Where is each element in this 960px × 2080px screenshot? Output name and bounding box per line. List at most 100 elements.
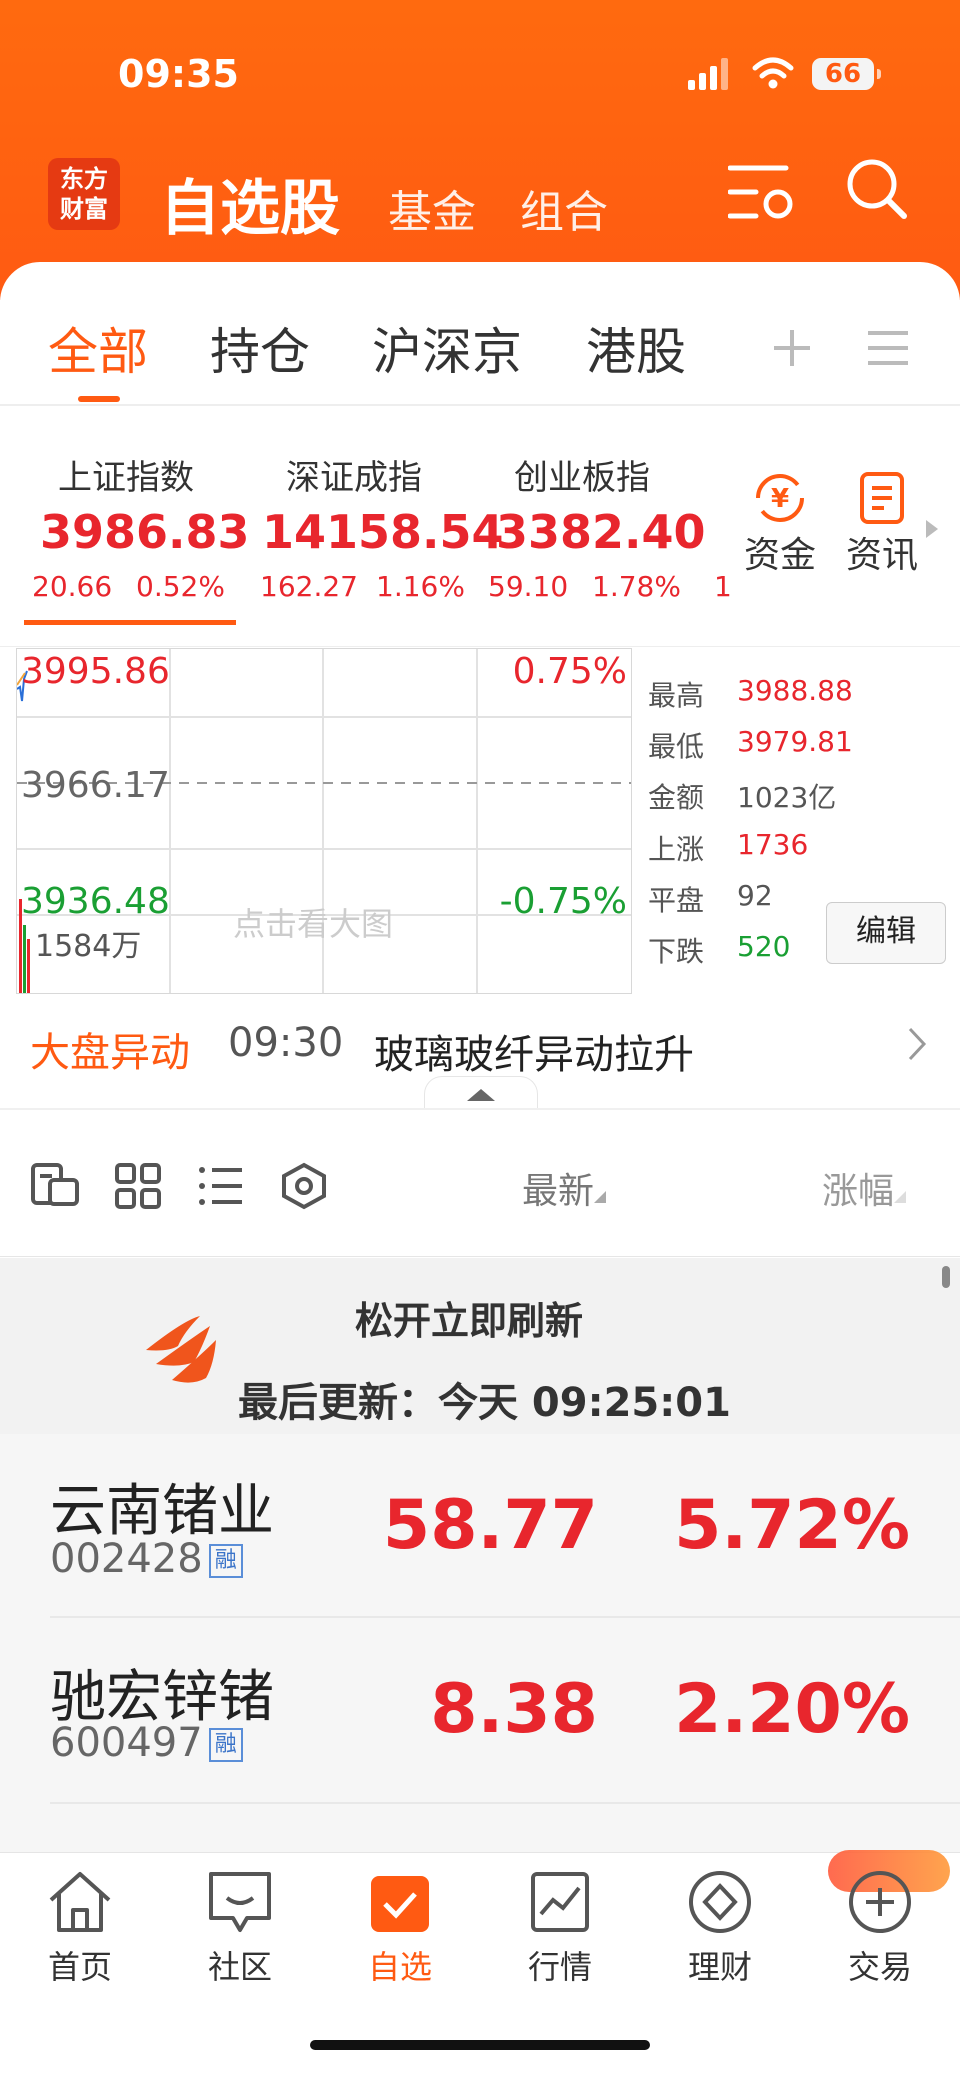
sort-latest-label: 最新: [522, 1171, 595, 1212]
active-tab-indicator: [78, 396, 120, 402]
nav-market[interactable]: 行情: [480, 1860, 640, 2000]
settings-list-icon[interactable]: [728, 162, 798, 222]
diamond-circle-icon: [689, 1871, 751, 1933]
chart-low-pct: -0.75%: [499, 881, 627, 922]
index-change: 20.66: [32, 570, 113, 603]
alert-text: 玻璃玻纤异动拉升: [374, 1032, 694, 1078]
nav-label: 理财: [687, 1948, 752, 1986]
chart-low-label: 3936.48: [21, 881, 170, 922]
edit-button[interactable]: 编辑: [826, 902, 946, 964]
tab-hk[interactable]: 港股: [586, 312, 686, 384]
index-change: 59.10: [488, 570, 569, 603]
chart-mid-label: 3966.17: [21, 765, 170, 806]
collapse-handle[interactable]: [424, 1076, 538, 1111]
funds-shortcut[interactable]: ¥ 资金: [740, 470, 820, 578]
sort-change[interactable]: 涨幅: [822, 1162, 907, 1214]
index-name: 上证指数: [58, 458, 194, 498]
chart-hint: 点击看大图: [233, 905, 394, 943]
nav-trade[interactable]: 交易: [800, 1860, 960, 2000]
grid-view-icon[interactable]: [114, 1162, 162, 1210]
home-indicator[interactable]: [310, 2040, 650, 2050]
index-pct: 1.78%: [592, 570, 681, 603]
nav-home[interactable]: 首页: [0, 1860, 160, 2000]
chevron-right-icon: [908, 1027, 927, 1061]
intraday-chart[interactable]: 3995.86 0.75% 3966.17 3936.48 -0.75% 158…: [16, 648, 632, 994]
nav-label: 行情: [527, 1948, 592, 1986]
sort-latest[interactable]: 最新: [522, 1162, 607, 1214]
view-list-card-icon[interactable]: [30, 1162, 80, 1208]
home-icon: [49, 1872, 111, 1932]
margin-badge: 融: [208, 1728, 243, 1762]
stock-pct: 2.20%: [674, 1670, 910, 1749]
tab-holdings[interactable]: 持仓: [210, 312, 310, 384]
scrollbar[interactable]: [942, 1266, 950, 1288]
index-selected-underline: [24, 620, 236, 625]
index-pct: 0.52%: [136, 570, 225, 603]
index-value: 14158.54: [262, 505, 504, 559]
stat-high-label: 最高: [648, 679, 705, 712]
stat-flat-label: 平盘: [648, 884, 705, 917]
news-label: 资讯: [845, 535, 918, 576]
refresh-title: 松开立即刷新: [355, 1299, 584, 1343]
page-title[interactable]: 自选股: [160, 160, 340, 247]
stock-price: 8.38: [430, 1670, 598, 1749]
nav-label: 自选: [367, 1948, 432, 1986]
stat-low-label: 最低: [648, 730, 705, 763]
news-doc-icon: [860, 472, 904, 524]
tab-all[interactable]: 全部: [48, 312, 148, 384]
stat-down-label: 下跌: [648, 935, 705, 968]
sort-caret-icon: [594, 1191, 607, 1203]
tab-portfolio[interactable]: 组合: [520, 176, 608, 240]
stock-price: 58.77: [382, 1486, 598, 1565]
margin-badge: 融: [208, 1544, 243, 1578]
sort-change-label: 涨幅: [822, 1171, 895, 1212]
stock-name: 云南锗业: [50, 1479, 274, 1544]
chart-high-pct: 0.75%: [512, 651, 627, 692]
index-name: 深证成指: [286, 458, 422, 498]
stat-low-value: 3979.81: [737, 725, 853, 758]
index-name: 创业板指: [514, 458, 650, 498]
chart-trend-icon: [531, 1872, 589, 1932]
nav-label: 社区: [207, 1948, 272, 1986]
row-divider: [50, 1616, 960, 1618]
tab-hs-bj[interactable]: 沪深京: [372, 312, 522, 384]
stat-up-label: 上涨: [648, 833, 705, 866]
svg-text:¥: ¥: [771, 484, 789, 514]
chevron-right-icon[interactable]: [924, 518, 940, 540]
stock-code: 002428: [50, 1536, 203, 1582]
funds-flow-icon: ¥: [756, 474, 804, 522]
app-logo[interactable]: 东方 财富: [48, 158, 120, 230]
stat-amount-label: 金额: [648, 781, 705, 814]
stat-up-value: 1736: [737, 828, 809, 861]
menu-icon[interactable]: [868, 330, 908, 366]
list-view-icon[interactable]: [198, 1166, 244, 1206]
index-value: 3986.83: [40, 505, 250, 559]
wifi-icon: [752, 57, 794, 89]
nav-community[interactable]: 社区: [160, 1860, 320, 2000]
nav-wealth[interactable]: 理财: [640, 1860, 800, 2000]
watchlist-check-icon: [371, 1876, 429, 1932]
collapse-up-icon: [467, 1089, 495, 1101]
toolbar-divider: [0, 1256, 960, 1257]
index-next-hint: 1: [714, 570, 732, 603]
tabs-divider: [0, 404, 960, 406]
chat-bubble-icon: [209, 1872, 271, 1932]
search-icon[interactable]: [844, 156, 910, 222]
tab-fund[interactable]: 基金: [388, 176, 476, 240]
stat-amount-value: 1023亿: [737, 781, 837, 814]
stat-down-value: 520: [737, 930, 791, 963]
hexagon-settings-icon[interactable]: [280, 1162, 328, 1210]
news-shortcut[interactable]: 资讯: [842, 470, 922, 578]
refresh-last-update: 最后更新：今天 09:25:01: [238, 1380, 731, 1426]
app-header: [0, 0, 960, 300]
status-time: 09:35: [118, 52, 239, 96]
sort-caret-icon: [894, 1191, 907, 1203]
index-pct: 1.16%: [376, 570, 465, 603]
logo-text-top: 东方: [60, 165, 108, 193]
nav-label: 首页: [47, 1948, 112, 1986]
index-value: 3382.40: [496, 505, 706, 559]
add-icon[interactable]: [772, 328, 812, 368]
nav-watchlist[interactable]: 自选: [320, 1860, 480, 2000]
row-divider: [50, 1802, 960, 1804]
battery-indicator: 66: [812, 58, 881, 90]
